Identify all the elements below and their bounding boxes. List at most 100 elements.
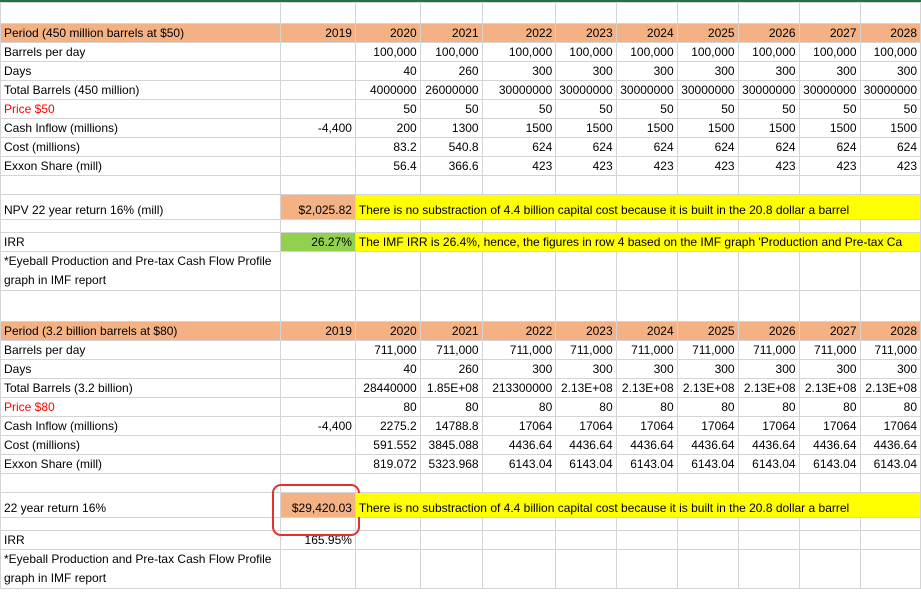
empty-cell[interactable] — [737, 549, 800, 589]
value-cell[interactable]: 80 — [555, 397, 617, 417]
value-cell[interactable]: 540.8 — [419, 137, 483, 157]
empty-cell[interactable] — [481, 219, 557, 233]
value-cell[interactable]: 4436.64 — [481, 435, 557, 455]
npv-value[interactable]: $29,420.03 — [280, 492, 356, 518]
value-cell[interactable]: 4436.64 — [859, 435, 921, 455]
value-cell[interactable]: 1500 — [615, 118, 678, 138]
value-cell[interactable]: 6143.04 — [676, 454, 739, 474]
row-label[interactable]: Cash Inflow (millions) — [0, 416, 282, 436]
value-cell[interactable]: 711,000 — [737, 340, 800, 360]
value-cell[interactable]: 591.552 — [354, 435, 421, 455]
value-cell[interactable]: 2.13E+08 — [676, 378, 739, 398]
value-cell[interactable]: 711,000 — [615, 340, 678, 360]
empty-cell[interactable] — [354, 251, 421, 291]
value-cell[interactable]: 83.2 — [354, 137, 421, 157]
value-cell[interactable]: 4436.64 — [615, 435, 678, 455]
year-header[interactable]: 2019 — [280, 321, 356, 341]
empty-cell[interactable] — [419, 2, 483, 24]
npv-note[interactable]: There is no substraction of 4.4 billion … — [354, 194, 921, 220]
value-cell[interactable]: 300 — [615, 359, 678, 379]
npv-value[interactable]: $2,025.82 — [280, 194, 356, 220]
empty-cell[interactable] — [481, 473, 557, 493]
value-cell[interactable]: 819.072 — [354, 454, 421, 474]
empty-cell[interactable] — [280, 290, 356, 322]
empty-cell[interactable] — [280, 473, 356, 493]
value-cell[interactable]: 6143.04 — [859, 454, 921, 474]
value-cell[interactable]: 80 — [676, 397, 739, 417]
empty-cell[interactable] — [419, 549, 483, 589]
empty-cell[interactable] — [859, 549, 921, 589]
value-cell[interactable]: 300 — [798, 61, 861, 81]
empty-cell[interactable] — [0, 473, 282, 493]
empty-cell[interactable] — [354, 2, 421, 24]
year-header[interactable]: 2026 — [737, 23, 800, 43]
year-header[interactable]: 2027 — [798, 321, 861, 341]
year-header[interactable]: 2020 — [354, 23, 421, 43]
value-cell[interactable]: 100,000 — [676, 42, 739, 62]
value-cell[interactable]: 260 — [419, 359, 483, 379]
empty-cell[interactable] — [615, 290, 678, 322]
value-cell[interactable] — [280, 137, 356, 157]
value-cell[interactable] — [280, 378, 356, 398]
empty-cell[interactable] — [481, 175, 557, 195]
value-cell[interactable]: 17064 — [615, 416, 678, 436]
value-cell[interactable]: 50 — [354, 99, 421, 119]
empty-cell[interactable] — [555, 290, 617, 322]
empty-cell[interactable] — [676, 290, 739, 322]
year-header[interactable]: 2021 — [419, 23, 483, 43]
value-cell[interactable]: 711,000 — [419, 340, 483, 360]
row-label[interactable]: Price $50 — [0, 99, 282, 119]
empty-cell[interactable] — [555, 517, 617, 531]
empty-cell[interactable] — [798, 2, 861, 24]
empty-cell[interactable] — [481, 549, 557, 589]
value-cell[interactable] — [280, 156, 356, 176]
empty-cell[interactable] — [859, 2, 921, 24]
year-header[interactable]: 2019 — [280, 23, 356, 43]
value-cell[interactable]: 300 — [676, 359, 739, 379]
value-cell[interactable]: 213300000 — [481, 378, 557, 398]
year-header[interactable]: 2021 — [419, 321, 483, 341]
empty-cell[interactable] — [481, 530, 557, 550]
empty-cell[interactable] — [676, 2, 739, 24]
value-cell[interactable]: 17064 — [798, 416, 861, 436]
row-label[interactable]: Cost (millions) — [0, 435, 282, 455]
empty-cell[interactable] — [0, 2, 282, 24]
empty-cell[interactable] — [737, 473, 800, 493]
row-label[interactable]: Total Barrels (450 million) — [0, 80, 282, 100]
value-cell[interactable]: 17064 — [555, 416, 617, 436]
value-cell[interactable]: 50 — [419, 99, 483, 119]
value-cell[interactable]: 56.4 — [354, 156, 421, 176]
value-cell[interactable]: 3845.088 — [419, 435, 483, 455]
empty-cell[interactable] — [481, 517, 557, 531]
value-cell[interactable]: 6143.04 — [481, 454, 557, 474]
row-label[interactable]: Exxon Share (mill) — [0, 454, 282, 474]
value-cell[interactable]: 80 — [481, 397, 557, 417]
value-cell[interactable]: 1500 — [737, 118, 800, 138]
value-cell[interactable]: 624 — [481, 137, 557, 157]
value-cell[interactable]: 100,000 — [354, 42, 421, 62]
value-cell[interactable]: -4,400 — [280, 416, 356, 436]
value-cell[interactable]: 711,000 — [481, 340, 557, 360]
value-cell[interactable] — [280, 435, 356, 455]
value-cell[interactable]: 300 — [555, 61, 617, 81]
empty-cell[interactable] — [354, 517, 421, 531]
value-cell[interactable]: 624 — [859, 137, 921, 157]
empty-cell[interactable] — [280, 2, 356, 24]
empty-cell[interactable] — [615, 251, 678, 291]
row-label[interactable]: Barrels per day — [0, 340, 282, 360]
empty-cell[interactable] — [419, 290, 483, 322]
year-header[interactable]: 2023 — [555, 321, 617, 341]
value-cell[interactable]: 4436.64 — [737, 435, 800, 455]
value-cell[interactable]: 6143.04 — [555, 454, 617, 474]
value-cell[interactable]: 711,000 — [555, 340, 617, 360]
value-cell[interactable]: 14788.8 — [419, 416, 483, 436]
empty-cell[interactable] — [555, 530, 617, 550]
value-cell[interactable] — [280, 99, 356, 119]
value-cell[interactable]: 100,000 — [859, 42, 921, 62]
empty-cell[interactable] — [419, 517, 483, 531]
value-cell[interactable]: 30000000 — [481, 80, 557, 100]
empty-cell[interactable] — [737, 290, 800, 322]
empty-cell[interactable] — [419, 530, 483, 550]
empty-cell[interactable] — [798, 251, 861, 291]
period-header-label[interactable]: Period (3.2 billion barrels at $80) — [0, 321, 282, 341]
